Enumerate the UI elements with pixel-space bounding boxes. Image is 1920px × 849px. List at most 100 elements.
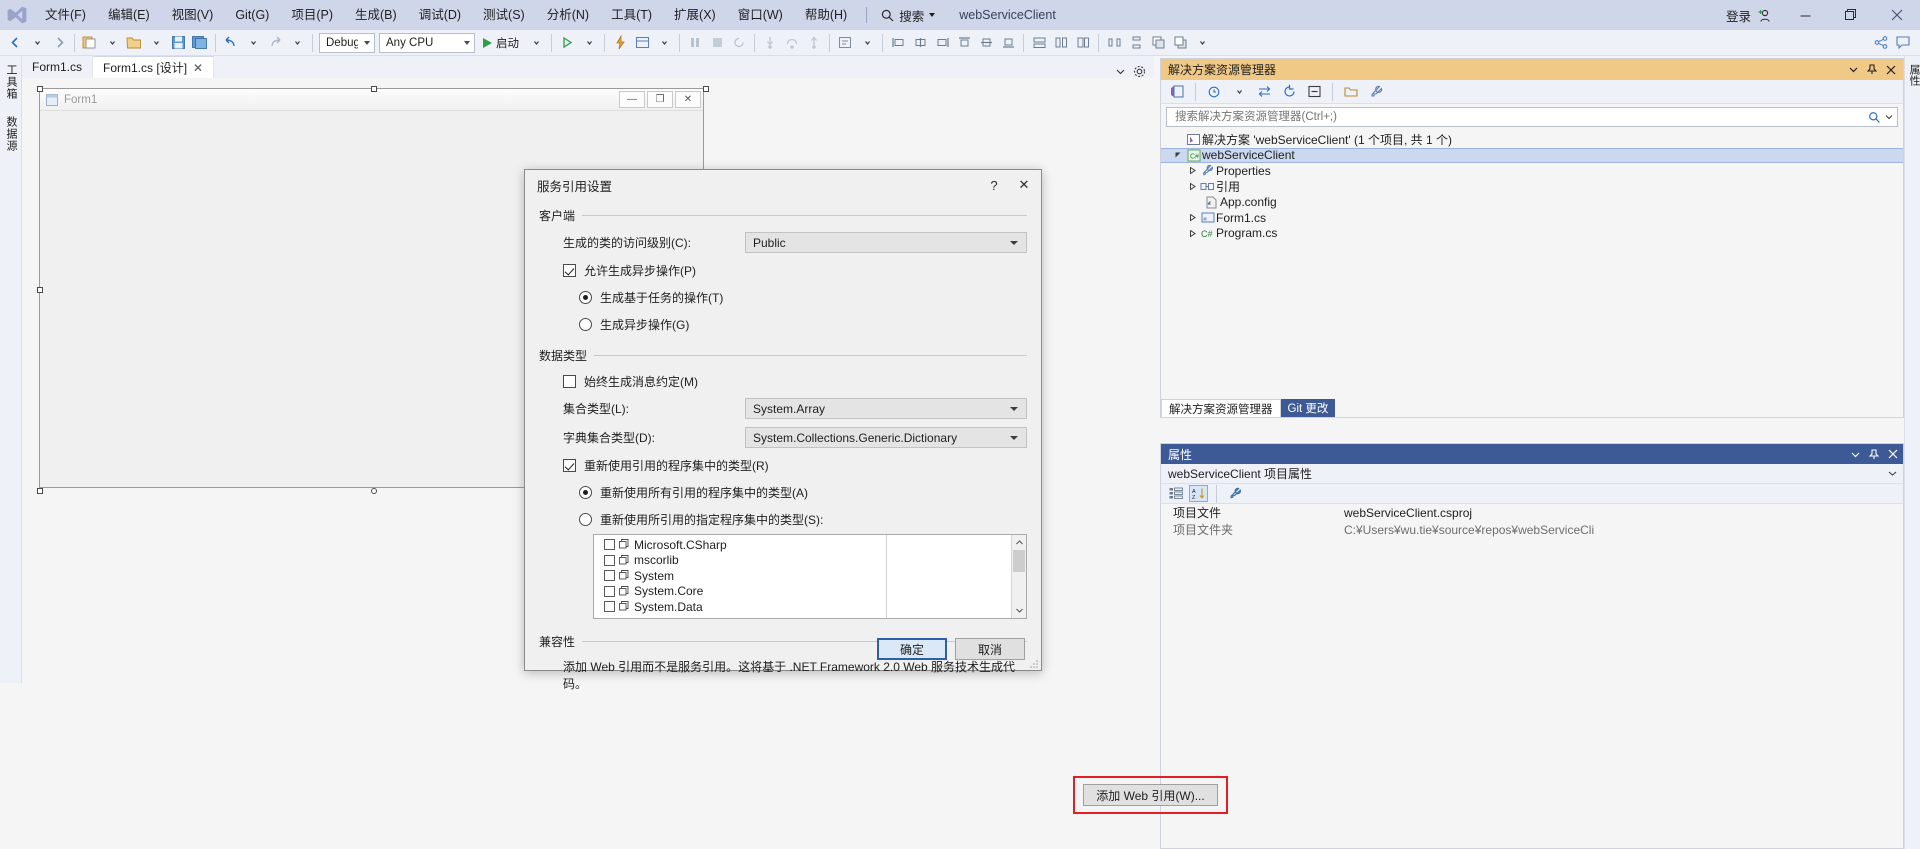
reuse-specified-radio-row[interactable]: 重新使用所引用的指定程序集中的类型(S): <box>539 511 1027 528</box>
refresh-icon[interactable] <box>1278 81 1300 103</box>
step-out-button[interactable] <box>803 32 825 54</box>
navigate-backward-dropdown[interactable] <box>26 32 48 54</box>
reuse-all-radio[interactable] <box>579 486 592 499</box>
tree-node-solution[interactable]: 解决方案 'webServiceClient' (1 个项目, 共 1 个) <box>1161 132 1903 148</box>
make-same-size-button[interactable] <box>1072 32 1094 54</box>
menu-view[interactable]: 视图(V) <box>161 0 225 30</box>
dictionary-type-dropdown[interactable]: System.Collections.Generic.Dictionary <box>745 427 1027 448</box>
align-top-button[interactable] <box>953 32 975 54</box>
tree-expander[interactable] <box>1172 152 1185 159</box>
assembly-checkbox[interactable] <box>604 554 615 566</box>
assemblies-listbox[interactable]: Microsoft.CSharp mscorlib System System.… <box>593 534 1027 619</box>
property-row-project-folder[interactable]: 项目文件夹 C:¥Users¥wu.tie¥source¥repos¥webSe… <box>1161 521 1903 538</box>
redo-dropdown[interactable] <box>286 32 308 54</box>
search-options-chevron-icon[interactable] <box>1885 113 1893 121</box>
menu-build[interactable]: 生成(B) <box>344 0 408 30</box>
resize-handle-n[interactable] <box>371 86 377 92</box>
extra-dropdown[interactable] <box>1191 32 1213 54</box>
property-pages-wrench-icon[interactable] <box>1225 485 1244 502</box>
assembly-item[interactable]: System.Core <box>594 584 886 600</box>
menu-analyze[interactable]: 分析(N) <box>536 0 600 30</box>
scrollbar-thumb[interactable] <box>1013 550 1025 572</box>
save-button[interactable] <box>167 32 189 54</box>
assembly-item[interactable]: System <box>594 568 886 584</box>
resize-handle-sw[interactable] <box>37 488 43 494</box>
resize-handle-ne[interactable] <box>703 86 709 92</box>
window-close-button[interactable] <box>1874 0 1920 30</box>
assembly-checkbox[interactable] <box>604 601 615 613</box>
search-icon[interactable] <box>1868 111 1881 124</box>
menu-tools[interactable]: 工具(T) <box>600 0 663 30</box>
assembly-item[interactable]: mscorlib <box>594 553 886 569</box>
form-maximize-button[interactable]: ❐ <box>647 91 673 108</box>
data-sources-tab[interactable]: 数据源 <box>0 108 22 160</box>
tab-close-icon[interactable]: ✕ <box>193 61 203 75</box>
form-minimize-button[interactable]: — <box>619 91 645 108</box>
make-same-width-button[interactable] <box>1028 32 1050 54</box>
scroll-down-icon[interactable] <box>1012 603 1026 618</box>
form-close-button[interactable]: ✕ <box>675 91 701 108</box>
solution-explorer-search-input[interactable] <box>1173 110 1868 124</box>
navigate-forward-button[interactable] <box>48 32 70 54</box>
resize-handle-s[interactable] <box>371 488 377 494</box>
menu-debug[interactable]: 调试(D) <box>408 0 472 30</box>
dialog-resize-grip[interactable] <box>1029 659 1039 669</box>
tree-expander[interactable] <box>1186 167 1199 175</box>
chevron-down-icon[interactable] <box>1851 450 1860 459</box>
find-button[interactable] <box>834 32 856 54</box>
save-all-button[interactable] <box>189 32 211 54</box>
solution-explorer-switch-views-icon[interactable] <box>1166 81 1188 103</box>
toolbox-tab[interactable]: 工具箱 <box>0 56 22 108</box>
properties-rail-tab[interactable]: 属性 <box>1905 56 1920 94</box>
show-all-files-icon[interactable] <box>1340 81 1362 103</box>
menu-help[interactable]: 帮助(H) <box>794 0 858 30</box>
reuse-all-radio-row[interactable]: 重新使用所有引用的程序集中的类型(A) <box>539 484 1027 501</box>
allow-async-checkbox[interactable] <box>563 264 576 277</box>
property-value[interactable]: C:¥Users¥wu.tie¥source¥repos¥webServiceC… <box>1342 523 1903 537</box>
undo-button[interactable] <box>220 32 242 54</box>
pause-button[interactable] <box>684 32 706 54</box>
stop-button[interactable] <box>706 32 728 54</box>
assemblies-scrollbar[interactable] <box>1011 535 1026 618</box>
solution-platform-combo[interactable]: Any CPU <box>379 32 475 53</box>
resize-handle-nw[interactable] <box>37 86 43 92</box>
assembly-checkbox[interactable] <box>604 570 615 582</box>
redo-button[interactable] <box>264 32 286 54</box>
menu-project[interactable]: 项目(P) <box>280 0 344 30</box>
chevron-down-icon[interactable] <box>1888 469 1897 478</box>
start-debug-button[interactable]: 启动 <box>477 32 525 54</box>
menu-window[interactable]: 窗口(W) <box>727 0 794 30</box>
filter-dropdown-icon[interactable] <box>1228 81 1250 103</box>
bottom-tab-git-changes[interactable]: Git 更改 <box>1280 399 1336 417</box>
open-file-dropdown[interactable] <box>145 32 167 54</box>
collapse-all-icon[interactable] <box>1303 81 1325 103</box>
task-based-radio-row[interactable]: 生成基于任务的操作(T) <box>539 289 1027 306</box>
allow-async-checkbox-row[interactable]: 允许生成异步操作(P) <box>539 262 1027 279</box>
ok-button[interactable]: 确定 <box>877 638 947 660</box>
tree-expander[interactable] <box>1186 229 1199 237</box>
tree-node-webserviceclient[interactable]: C# webServiceClient <box>1161 147 1903 164</box>
sign-in-button[interactable]: 登录 <box>1716 6 1782 25</box>
assembly-checkbox[interactable] <box>604 585 615 597</box>
async-operations-radio-row[interactable]: 生成异步操作(G) <box>539 316 1027 333</box>
find-dropdown[interactable] <box>856 32 878 54</box>
step-over-button[interactable] <box>781 32 803 54</box>
add-web-reference-button[interactable]: 添加 Web 引用(W)... <box>1083 784 1218 806</box>
cancel-button[interactable]: 取消 <box>955 638 1025 660</box>
step-into-button[interactable] <box>759 32 781 54</box>
new-project-dropdown[interactable] <box>101 32 123 54</box>
dialog-help-button[interactable]: ? <box>979 171 1009 199</box>
navigate-backward-button[interactable] <box>4 32 26 54</box>
pin-icon[interactable] <box>1869 448 1879 460</box>
property-value[interactable]: webServiceClient.csproj <box>1342 506 1903 520</box>
alphabetical-sort-icon[interactable]: AZ <box>1189 485 1208 502</box>
window-maximize-button[interactable] <box>1828 0 1874 30</box>
layout-button[interactable] <box>631 32 653 54</box>
start-without-debug-button[interactable] <box>556 32 578 54</box>
pending-changes-filter-icon[interactable] <box>1203 81 1225 103</box>
bring-to-front-button[interactable] <box>1147 32 1169 54</box>
tree-expander[interactable] <box>1186 183 1199 191</box>
tree-expander[interactable] <box>1186 214 1199 222</box>
menu-test[interactable]: 测试(S) <box>472 0 536 30</box>
tree-node-form1-cs[interactable]: Form1.cs <box>1161 210 1903 226</box>
